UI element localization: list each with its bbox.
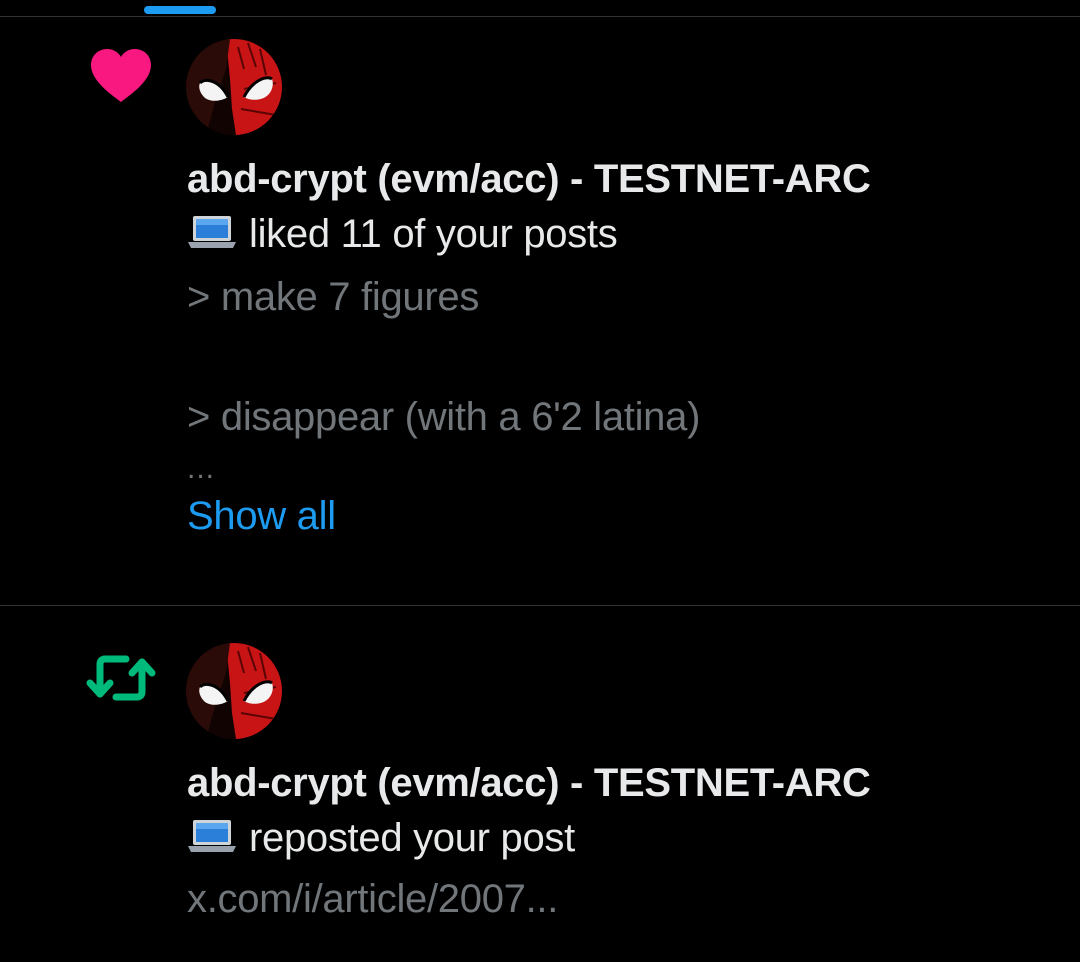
quote-ellipsis: ... bbox=[187, 452, 216, 485]
action-line: reposted your post bbox=[187, 809, 1057, 869]
actor-name[interactable]: abd-crypt (evm/acc) - TESTNET-ARC bbox=[187, 757, 1057, 809]
notification-text: abd-crypt (evm/acc) - TESTNET-ARC repost… bbox=[187, 757, 1057, 929]
notification-text: abd-crypt (evm/acc) - TESTNET-ARC liked … bbox=[187, 153, 1057, 543]
heart-icon bbox=[86, 41, 156, 111]
quote-spacer bbox=[187, 329, 1057, 385]
reposted-link[interactable]: x.com/i/article/2007... bbox=[187, 869, 1057, 929]
notification-like[interactable]: abd-crypt (evm/acc) - TESTNET-ARC liked … bbox=[0, 17, 1080, 605]
active-tab-indicator bbox=[144, 6, 216, 14]
laptop-emoji-icon bbox=[187, 207, 237, 265]
actor-name[interactable]: abd-crypt (evm/acc) - TESTNET-ARC bbox=[187, 153, 1057, 205]
notification-repost[interactable]: abd-crypt (evm/acc) - TESTNET-ARC repost… bbox=[0, 606, 1080, 962]
quoted-post-line-2: > disappear (with a 6'2 latina) bbox=[187, 395, 701, 439]
action-text: reposted your post bbox=[249, 816, 575, 860]
action-text: liked 11 of your posts bbox=[249, 212, 618, 256]
action-line: liked 11 of your posts bbox=[187, 205, 1057, 265]
quoted-post-line-1: > make 7 figures bbox=[187, 275, 480, 319]
spiderman-avatar[interactable] bbox=[186, 39, 282, 135]
show-all-link[interactable]: Show all bbox=[187, 489, 1057, 543]
repost-icon bbox=[86, 643, 156, 713]
laptop-emoji-icon bbox=[187, 811, 237, 869]
spiderman-avatar[interactable] bbox=[186, 643, 282, 739]
